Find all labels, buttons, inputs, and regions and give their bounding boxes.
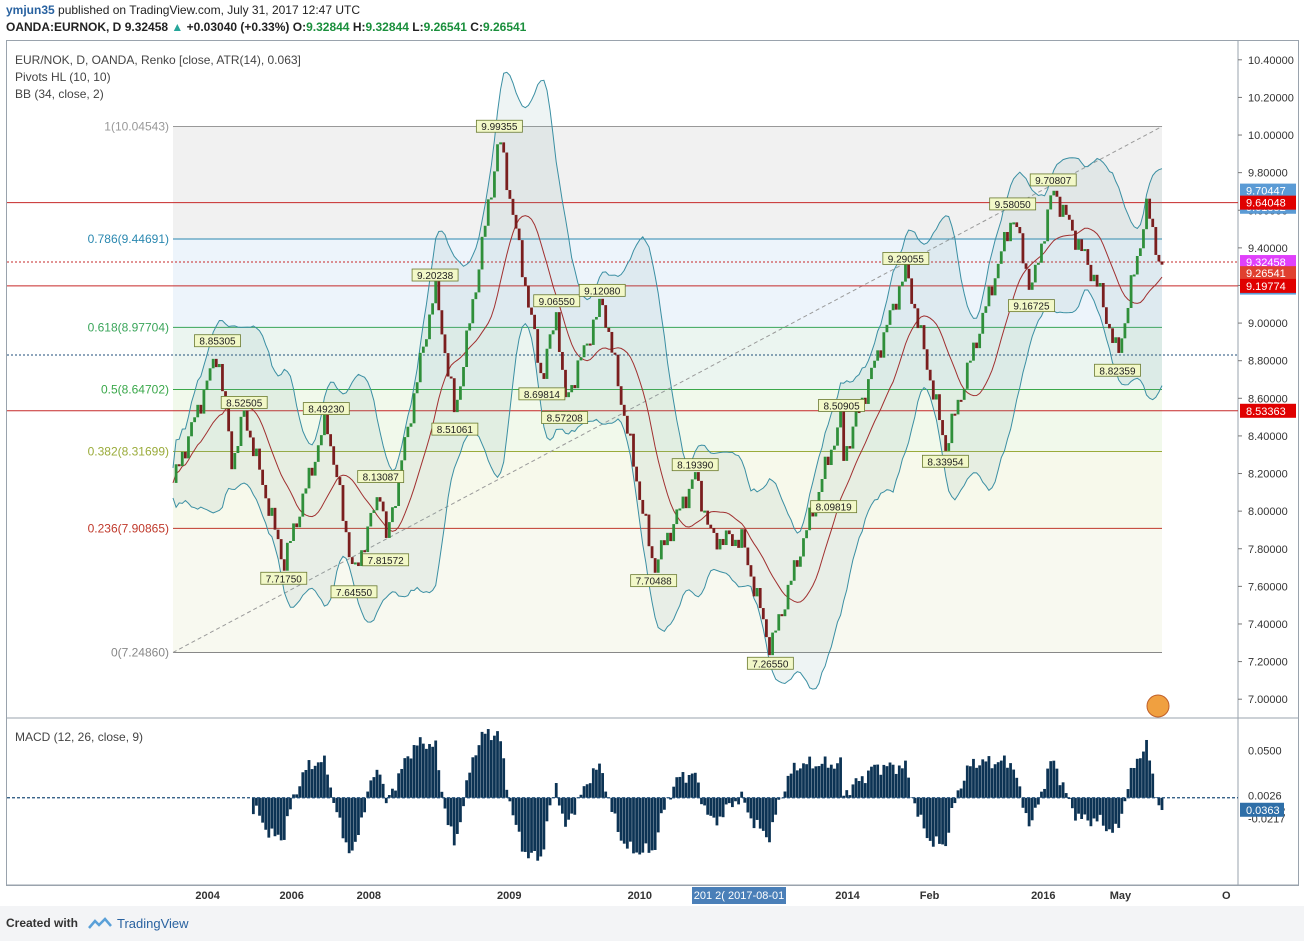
time-axis-label: 2006 <box>279 890 303 902</box>
created-with-label: Created with <box>6 916 79 930</box>
close-label: C: <box>470 20 483 34</box>
time-cursor-box <box>692 887 786 904</box>
tradingview-brand-link[interactable]: TradingView <box>117 916 189 931</box>
time-axis-label: 2004 <box>195 890 220 902</box>
price-change: +0.03040 (+0.33%) <box>186 20 290 34</box>
publish-line: ymjun35 published on TradingView.com, Ju… <box>6 3 360 17</box>
time-axis-label: O <box>1222 890 1231 902</box>
time-axis-label: Feb <box>920 890 940 902</box>
legend-pivots: Pivots HL (10, 10) <box>15 70 111 84</box>
symbol-label: OANDA:EURNOK, D <box>6 20 122 34</box>
time-axis-label: 2009 <box>497 890 521 902</box>
quote-line: OANDA:EURNOK, D 9.32458 ▲ +0.03040 (+0.3… <box>6 20 526 34</box>
open-value: 9.32844 <box>306 20 350 34</box>
legend-bb: BB (34, close, 2) <box>15 87 104 101</box>
publish-text: published on TradingView.com, July 31, 2… <box>58 3 360 17</box>
last-price: 9.32458 <box>124 20 169 34</box>
time-axis-label: 2010 <box>628 890 652 902</box>
tradingview-logo-icon <box>88 917 112 929</box>
legend-macd: MACD (12, 26, close, 9) <box>15 730 144 744</box>
time-axis-label: May <box>1110 890 1132 902</box>
close-value: 9.26541 <box>482 20 527 34</box>
low-value: 9.26541 <box>423 20 467 34</box>
time-axis-label: 2016 <box>1031 890 1055 902</box>
open-label: O: <box>292 20 307 34</box>
high-label: H: <box>352 20 366 34</box>
low-label: L: <box>412 20 424 34</box>
chart-frame[interactable] <box>6 40 1299 886</box>
up-arrow-icon: ▲ <box>171 20 184 34</box>
author-name[interactable]: ymjun35 <box>6 3 55 17</box>
legend-main: EUR/NOK, D, OANDA, Renko [close, ATR(14)… <box>15 53 301 67</box>
high-value: 9.32844 <box>365 20 409 34</box>
footer-bar: Created with TradingView <box>0 906 1304 941</box>
time-axis-label: 2008 <box>357 890 381 902</box>
time-cursor-label: 201 2( 2017-08-01 <box>694 890 785 902</box>
time-axis-label: 2014 <box>835 890 860 902</box>
